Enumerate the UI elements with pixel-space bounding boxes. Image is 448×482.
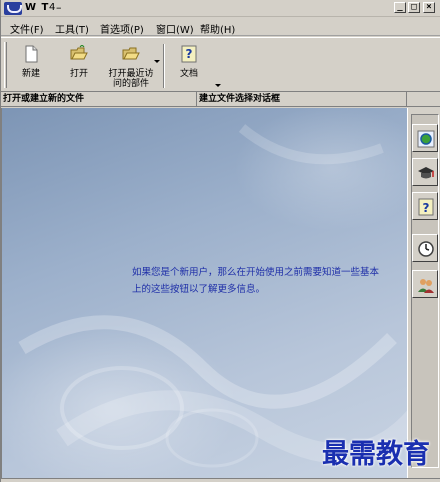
side-rail: ? xyxy=(407,108,441,478)
users-icon xyxy=(418,279,434,293)
window-title: W T xyxy=(25,2,50,13)
graduation-cap-icon xyxy=(418,167,434,179)
tutorial-button[interactable] xyxy=(412,158,438,186)
recent-folder-icon xyxy=(122,47,140,60)
docs-label: 文档 xyxy=(179,69,198,79)
app-logo-icon[interactable] xyxy=(4,2,22,15)
app-window: W T 4 – _ □ × 文件(F) 工具(T) 首选项(P) 窗口(W) 帮… xyxy=(0,0,441,482)
welcome-text-line2: 上的这些按钮以了解更多信息。 xyxy=(132,284,266,295)
title-bar: W T 4 – _ □ × xyxy=(1,0,441,17)
users-button[interactable] xyxy=(412,270,438,298)
welcome-text-line1: 如果您是个新用户，那么在开始使用之前需要知道一些基本 xyxy=(132,267,380,278)
new-label: 新建 xyxy=(21,69,40,79)
close-button[interactable]: × xyxy=(423,2,435,13)
window-right-edge xyxy=(440,0,448,482)
menu-preferences[interactable]: 首选项(P) xyxy=(100,21,144,36)
window-title-dash: – xyxy=(56,1,62,14)
open-button[interactable]: 打开 xyxy=(59,41,99,91)
new-document-icon xyxy=(25,45,38,63)
globe-icon xyxy=(417,130,435,148)
menu-tools[interactable]: 工具(T) xyxy=(55,21,89,36)
restore-button[interactable]: □ xyxy=(408,2,420,13)
menu-window[interactable]: 窗口(W) xyxy=(156,21,194,36)
help-question-icon: ? xyxy=(418,198,434,216)
welcome-text: 如果您是个新用户，那么在开始使用之前需要知道一些基本 上的这些按钮以了解更多信息… xyxy=(132,264,407,298)
minimize-button[interactable]: _ xyxy=(394,2,406,13)
menu-help[interactable]: 帮助(H) xyxy=(200,21,235,36)
header-right: 建立文件选择对话框 xyxy=(197,92,407,107)
open-recent-label-line2: 问的部件 xyxy=(112,79,149,89)
open-folder-icon xyxy=(70,45,88,60)
docs-button[interactable]: ? 文档 xyxy=(169,41,221,91)
menu-bar: 文件(F) 工具(T) 首选项(P) 窗口(W) 帮助(H) xyxy=(1,17,441,36)
window-bottom-edge xyxy=(1,478,441,482)
toolbar: 新建 打开 打开最近访 问的部件 ? 文档 xyxy=(1,37,441,92)
main-panel: 如果您是个新用户，那么在开始使用之前需要知道一些基本 上的这些按钮以了解更多信息… xyxy=(1,108,407,478)
window-title-number: 4 xyxy=(49,2,56,13)
watermark: 最需教育 xyxy=(322,439,430,470)
open-label: 打开 xyxy=(69,69,88,79)
svg-text:?: ? xyxy=(186,47,193,61)
open-recent-label: 打开最近访 问的部件 xyxy=(103,69,159,89)
chevron-down-icon[interactable] xyxy=(154,60,160,63)
history-button[interactable] xyxy=(412,234,438,262)
open-recent-label-line1: 打开最近访 xyxy=(108,69,154,79)
help-book-icon: ? xyxy=(181,45,197,63)
toolbar-separator xyxy=(163,44,165,88)
open-recent-button[interactable]: 打开最近访 问的部件 xyxy=(103,41,160,91)
help-button[interactable]: ? xyxy=(412,192,438,220)
svg-text:?: ? xyxy=(423,201,430,215)
section-header: 打开或建立新的文件 建立文件选择对话框 xyxy=(1,92,441,107)
header-left: 打开或建立新的文件 xyxy=(1,92,197,107)
new-button[interactable]: 新建 xyxy=(11,41,51,91)
clock-icon xyxy=(418,241,434,257)
chevron-down-icon[interactable] xyxy=(215,84,221,87)
menu-file[interactable]: 文件(F) xyxy=(10,21,44,36)
globe-button[interactable] xyxy=(412,124,438,152)
toolbar-grip[interactable] xyxy=(4,42,7,88)
